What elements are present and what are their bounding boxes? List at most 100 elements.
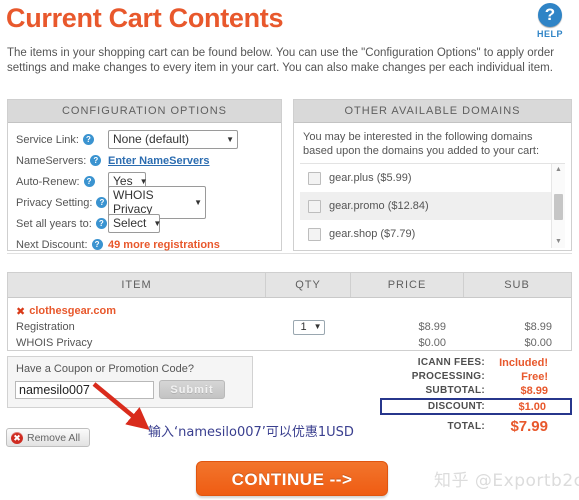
remove-all-label: Remove All bbox=[27, 431, 81, 444]
help-button[interactable]: ? HELP bbox=[528, 3, 572, 39]
chevron-down-icon: ▼ bbox=[226, 134, 234, 144]
remove-item-icon[interactable]: ✖ bbox=[16, 305, 25, 318]
scrollbar-thumb[interactable] bbox=[554, 194, 563, 220]
total-row-total: TOTAL: $7.99 bbox=[380, 417, 572, 435]
help-tip-icon[interactable]: ? bbox=[91, 239, 103, 250]
set-all-years-select[interactable]: Select ▼ bbox=[108, 214, 161, 233]
cart-item-domain-name: clothesgear.com bbox=[29, 305, 117, 317]
page-title: Current Cart Contents bbox=[6, 3, 284, 33]
remove-all-button[interactable]: ✖ Remove All bbox=[6, 428, 90, 447]
coupon-label: Have a Coupon or Promotion Code? bbox=[16, 363, 194, 375]
next-discount-value: 49 more registrations bbox=[108, 238, 220, 251]
column-header-qty: QTY bbox=[266, 273, 351, 297]
total-label: TOTAL: bbox=[447, 420, 485, 432]
config-row-set-all-years: Set all years to: ? Select ▼ bbox=[16, 213, 281, 234]
domain-label: gear.shop ($7.79) bbox=[329, 228, 416, 240]
table-row: ✖ clothesgear.com Registration 1 ▼ $8.99… bbox=[8, 298, 571, 350]
total-value: Included! bbox=[499, 356, 548, 369]
help-label: HELP bbox=[536, 29, 563, 39]
domain-checkbox[interactable] bbox=[308, 199, 321, 213]
cart-item-domain: ✖ clothesgear.com bbox=[8, 303, 571, 319]
set-all-years-label-text: Set all years to: bbox=[16, 217, 92, 230]
quantity-value: 1 bbox=[300, 320, 307, 333]
total-row-subtotal: SUBTOTAL: $8.99 bbox=[380, 384, 572, 397]
next-discount-label-text: Next Discount: bbox=[16, 238, 88, 251]
scroll-up-icon[interactable]: ▲ bbox=[552, 164, 565, 176]
total-value: $7.99 bbox=[510, 417, 548, 435]
other-available-domains-panel: OTHER AVAILABLE DOMAINS You may be inter… bbox=[293, 99, 572, 251]
set-all-years-value: Select bbox=[113, 216, 147, 230]
intro-text: The items in your shopping cart can be f… bbox=[7, 47, 555, 74]
service-link-label-text: Service Link: bbox=[16, 133, 79, 146]
total-label: DISCOUNT: bbox=[427, 401, 485, 412]
help-tip-icon[interactable]: ? bbox=[95, 218, 107, 229]
domain-checkbox[interactable] bbox=[308, 171, 321, 185]
quantity-select[interactable]: 1 ▼ bbox=[292, 319, 325, 335]
configuration-options-body: Service Link: ? None (default) ▼ NameSer… bbox=[8, 123, 281, 255]
continue-button[interactable]: CONTINUE --> bbox=[196, 461, 388, 496]
other-available-domains-heading: OTHER AVAILABLE DOMAINS bbox=[294, 100, 571, 123]
next-discount-label: Next Discount: ? bbox=[16, 239, 108, 251]
help-tip-icon[interactable]: ? bbox=[82, 134, 94, 145]
line-name: WHOIS Privacy bbox=[16, 337, 93, 349]
watermark: 知乎 @Exportb2c bbox=[434, 471, 579, 491]
privacy-setting-label: Privacy Setting: ? bbox=[16, 197, 108, 209]
config-row-service-link: Service Link: ? None (default) ▼ bbox=[16, 129, 281, 150]
chevron-down-icon: ▼ bbox=[194, 197, 202, 207]
domains-scrollbar[interactable]: ▲ ▼ bbox=[551, 164, 565, 248]
total-value: Free! bbox=[521, 370, 548, 383]
qty-cell: 1 ▼ bbox=[266, 319, 351, 335]
chevron-down-icon: ▼ bbox=[313, 322, 322, 331]
divider bbox=[7, 253, 572, 254]
cart-items-table: ITEM QTY PRICE SUB ✖ clothesgear.com Reg… bbox=[7, 272, 572, 351]
set-all-years-label: Set all years to: ? bbox=[16, 218, 108, 230]
configuration-options-heading: CONFIGURATION OPTIONS bbox=[8, 100, 281, 123]
auto-renew-label-text: Auto-Renew: bbox=[16, 175, 80, 188]
service-link-label: Service Link: ? bbox=[16, 134, 108, 146]
list-item[interactable]: gear.shop ($7.79) bbox=[300, 220, 565, 248]
help-tip-icon[interactable]: ? bbox=[90, 155, 102, 166]
help-tip-icon[interactable]: ? bbox=[83, 176, 95, 187]
table-header: ITEM QTY PRICE SUB bbox=[8, 273, 571, 298]
nameservers-label-text: NameServers: bbox=[16, 154, 87, 167]
list-item[interactable]: gear.promo ($12.84) bbox=[300, 192, 565, 220]
annotation-text: 输入‘namesilo007’可以优惠1USD bbox=[148, 425, 354, 440]
line-sub: $0.00 bbox=[524, 337, 552, 349]
total-label: ICANN FEES: bbox=[417, 357, 485, 368]
total-label: SUBTOTAL: bbox=[425, 385, 485, 396]
config-row-nameservers: NameServers: ? Enter NameServers bbox=[16, 150, 281, 171]
cart-line-whois-privacy: WHOIS Privacy $0.00 $0.00 bbox=[8, 335, 571, 351]
column-header-price: PRICE bbox=[351, 273, 464, 297]
column-header-sub: SUB bbox=[504, 279, 530, 291]
total-value: $8.99 bbox=[520, 384, 548, 397]
line-price: $0.00 bbox=[418, 337, 446, 349]
service-link-select[interactable]: None (default) ▼ bbox=[108, 130, 238, 149]
line-sub: $8.99 bbox=[524, 321, 552, 333]
line-price: $8.99 bbox=[418, 321, 446, 333]
cart-page: Current Cart Contents ? HELP The items i… bbox=[0, 0, 579, 500]
scroll-down-icon[interactable]: ▼ bbox=[552, 236, 565, 248]
domain-label: gear.promo ($12.84) bbox=[329, 200, 429, 212]
enter-nameservers-link[interactable]: Enter NameServers bbox=[108, 155, 210, 167]
help-icon[interactable]: ? bbox=[538, 3, 562, 27]
column-header-item: ITEM bbox=[8, 273, 266, 297]
list-item[interactable]: gear.plus ($5.99) bbox=[300, 164, 565, 192]
close-icon: ✖ bbox=[11, 431, 23, 444]
help-tip-icon[interactable]: ? bbox=[96, 197, 108, 208]
privacy-setting-value: WHOIS Privacy bbox=[113, 188, 154, 216]
order-totals: ICANN FEES: Included! PROCESSING: Free! … bbox=[380, 356, 572, 436]
total-row-discount: DISCOUNT: $1.00 bbox=[380, 398, 572, 415]
domain-checkbox[interactable] bbox=[308, 227, 321, 241]
total-value: $1.00 bbox=[518, 400, 546, 413]
line-name: Registration bbox=[16, 321, 75, 333]
auto-renew-label: Auto-Renew: ? bbox=[16, 176, 108, 188]
service-link-value: None (default) bbox=[113, 132, 190, 146]
total-row-icann-fees: ICANN FEES: Included! bbox=[380, 356, 572, 369]
total-label: PROCESSING: bbox=[411, 371, 485, 382]
total-row-processing: PROCESSING: Free! bbox=[380, 370, 572, 383]
other-available-domains-note: You may be interested in the following d… bbox=[303, 131, 540, 157]
privacy-setting-label-text: Privacy Setting: bbox=[16, 196, 93, 209]
configuration-options-panel: CONFIGURATION OPTIONS Service Link: ? No… bbox=[7, 99, 282, 251]
domain-label: gear.plus ($5.99) bbox=[329, 172, 412, 184]
chevron-down-icon: ▼ bbox=[139, 176, 148, 186]
